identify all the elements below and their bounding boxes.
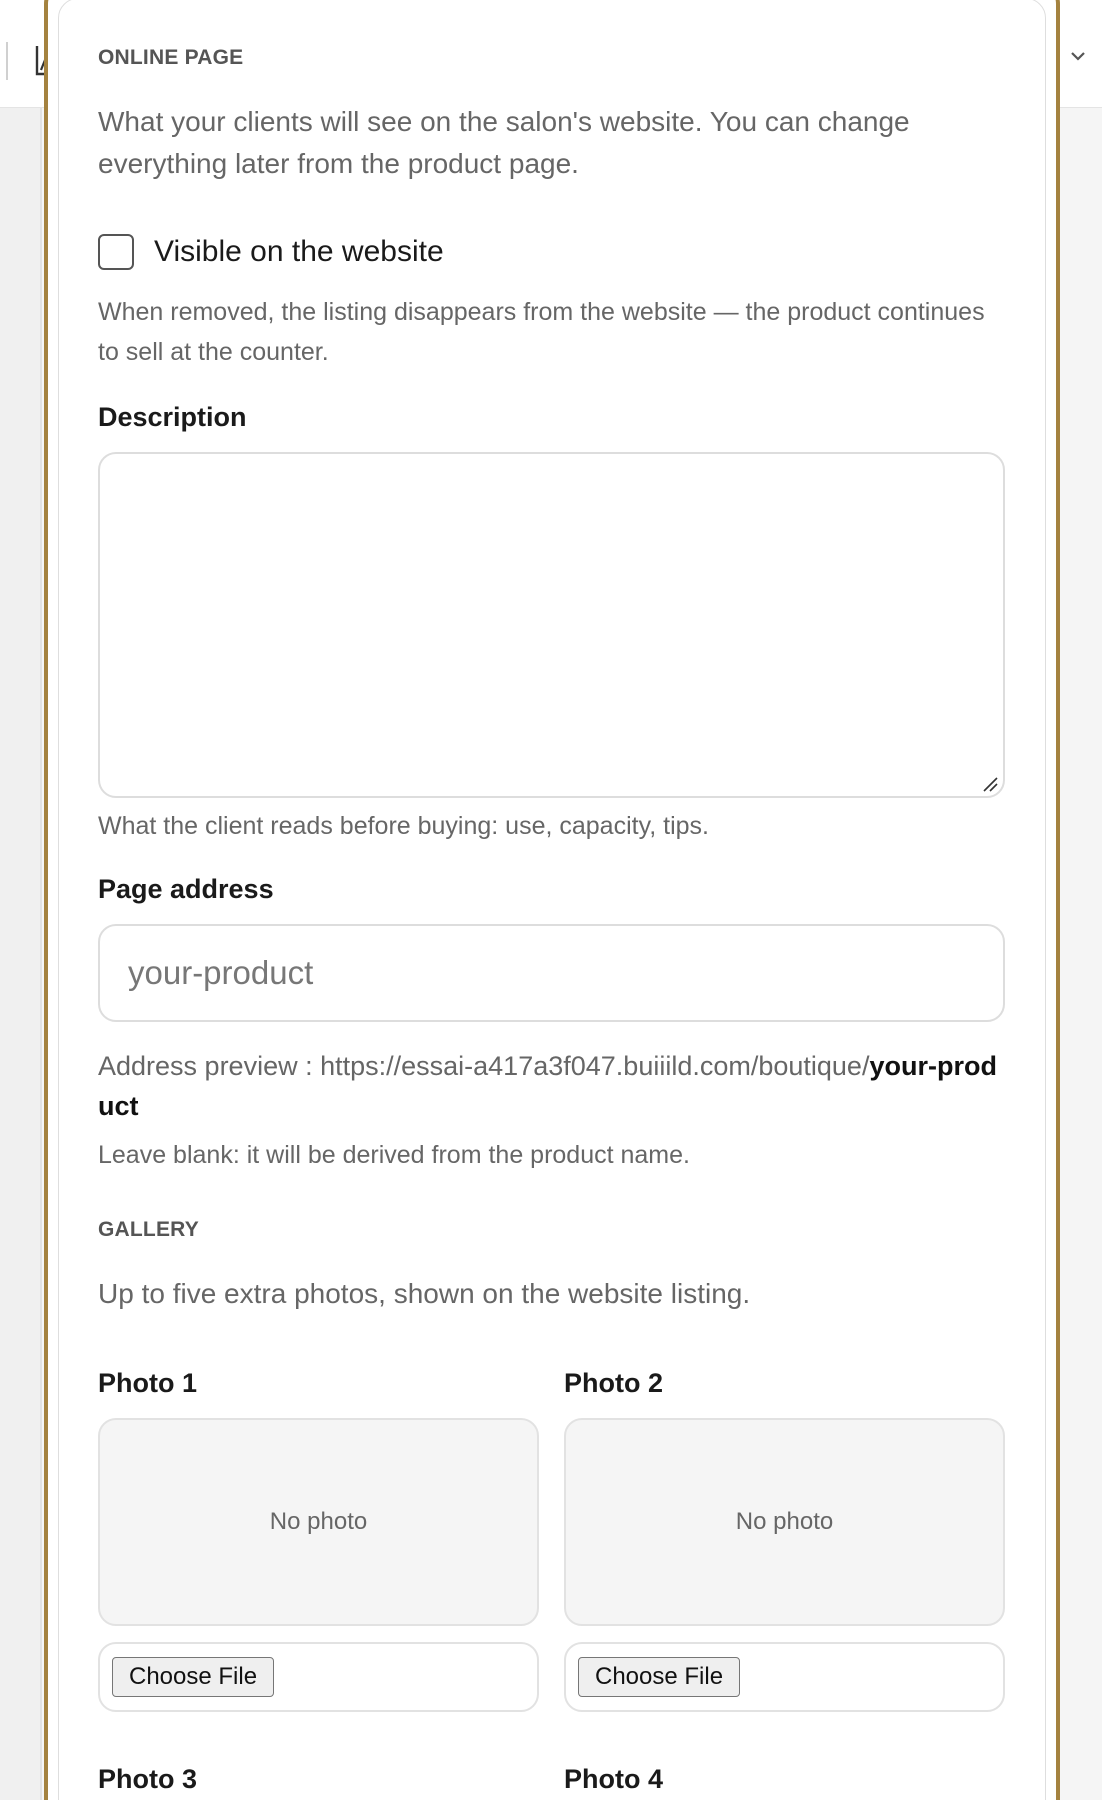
photo-2-label: Photo 2 [564,1368,663,1398]
resize-grip-icon[interactable] [982,776,998,792]
header-divider [6,42,8,80]
photo-1-file-input[interactable]: Choose File [98,1642,539,1712]
sidebar-background [0,108,42,1800]
photo-2-file-input[interactable]: Choose File [564,1642,1005,1712]
photo-1-label: Photo 1 [98,1368,197,1398]
photo-1-choose-file-button[interactable]: Choose File [112,1657,275,1697]
visible-checkbox[interactable] [98,234,134,270]
photo-3-label: Photo 3 [98,1764,197,1794]
address-preview-prefix: Address preview : https://essai-a417a3f0… [98,1051,870,1081]
chevron-down-icon[interactable] [1068,48,1088,64]
gallery-intro: Up to five extra photos, shown on the we… [98,1278,751,1309]
photo-4-label: Photo 4 [564,1764,663,1794]
visible-hint: When removed, the listing disappears fro… [98,298,985,366]
page-address-label: Page address [98,874,274,904]
photo-1-preview: No photo [98,1418,539,1626]
description-textarea[interactable] [98,452,1005,798]
visible-toggle-row[interactable]: Visible on the website [98,232,444,272]
blank-hint: Leave blank: it will be derived from the… [98,1141,690,1169]
sidebar-edge [40,108,42,1800]
page-address-input[interactable] [98,924,1005,1022]
gallery-heading: GALLERY [98,1218,199,1241]
address-preview: Address preview : https://essai-a417a3f0… [98,1046,1008,1126]
photo-1-empty-text: No photo [269,1508,368,1535]
visible-checkbox-label[interactable]: Visible on the website [154,235,444,269]
online-page-heading: ONLINE PAGE [98,46,244,69]
description-label: Description [98,402,247,432]
photo-2-choose-file-button[interactable]: Choose File [578,1657,741,1697]
description-hint: What the client reads before buying: use… [98,812,709,840]
photo-2-preview: No photo [564,1418,1005,1626]
online-page-intro: What your clients will see on the salon'… [98,106,910,179]
photo-2-empty-text: No photo [735,1508,834,1535]
